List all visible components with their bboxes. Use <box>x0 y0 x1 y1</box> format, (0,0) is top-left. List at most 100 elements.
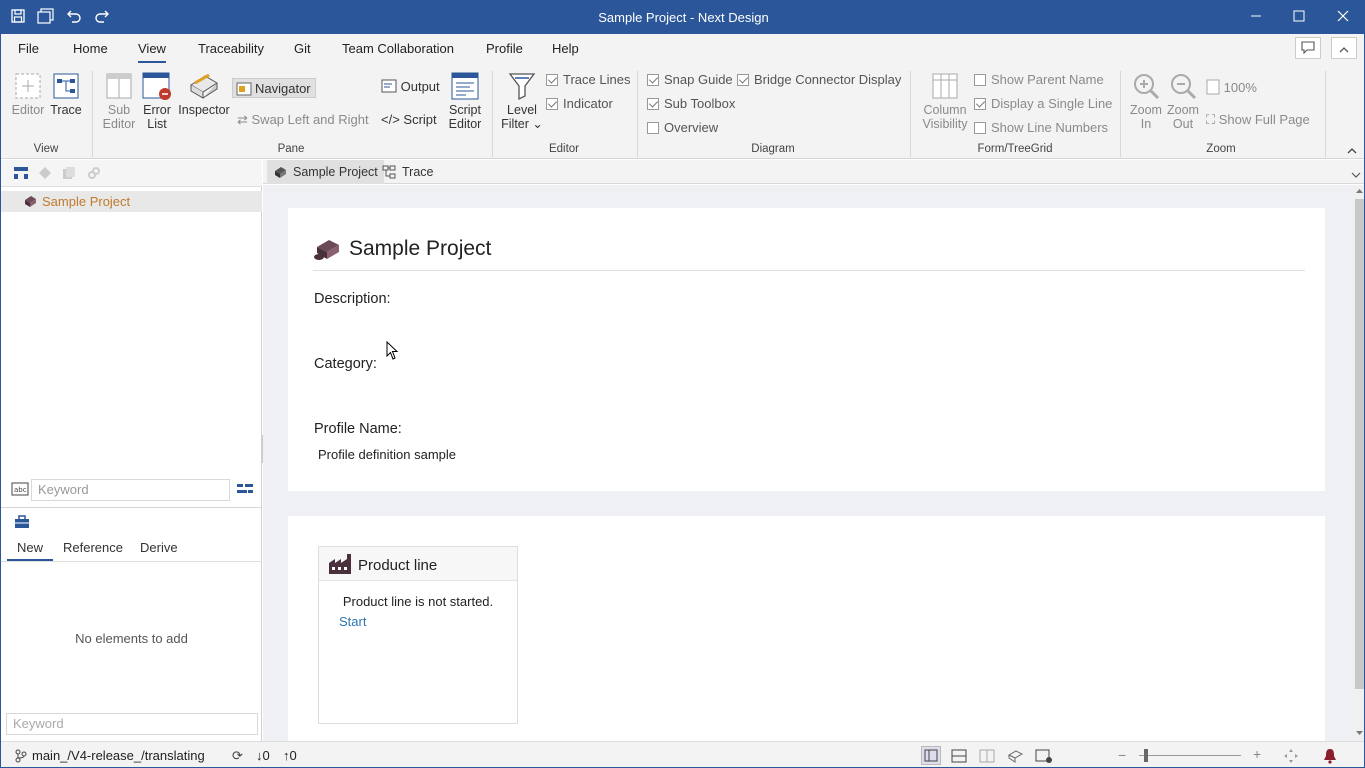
sync-icon[interactable]: ⟳ <box>232 748 243 764</box>
menu-file[interactable]: File <box>18 41 39 56</box>
link-icon[interactable] <box>87 166 101 180</box>
layout-columns-icon[interactable] <box>979 749 995 763</box>
sub-toolbox-checkbox[interactable]: Sub Toolbox <box>647 96 735 111</box>
editor-button[interactable]: Editor <box>9 71 47 117</box>
layout-left-icon[interactable] <box>921 746 941 765</box>
scrollbar-thumb[interactable] <box>1355 199 1364 689</box>
error-list-button[interactable]: Error List <box>140 71 174 131</box>
zoom-out-small-icon[interactable]: − <box>1118 747 1126 763</box>
snap-guide-checkbox[interactable]: Snap Guide <box>647 72 733 87</box>
collapse-ribbon-icon[interactable] <box>1331 37 1357 59</box>
trace-button[interactable]: Trace <box>49 71 83 117</box>
show-line-numbers-checkbox[interactable]: Show Line Numbers <box>974 120 1108 135</box>
overview-label: Overview <box>664 120 719 135</box>
script-editor-icon <box>451 72 479 100</box>
scroll-down-icon[interactable] <box>1355 729 1364 737</box>
full-page-icon: ⛶ <box>1206 112 1219 127</box>
tab-derive[interactable]: Derive <box>140 540 178 555</box>
scroll-up-icon[interactable] <box>1355 187 1364 195</box>
bridge-connector-checkbox[interactable]: Bridge Connector Display <box>737 72 901 87</box>
swap-left-right-button[interactable]: ⇄ Swap Left and Right <box>237 112 369 128</box>
vertical-scrollbar[interactable] <box>1353 185 1364 741</box>
script-editor-button[interactable]: Script Editor <box>445 71 485 131</box>
close-button[interactable] <box>1321 1 1364 34</box>
zoom-out-button[interactable]: Zoom Out <box>1165 71 1201 131</box>
trace-icon <box>382 165 396 179</box>
profile-name-label: Profile Name: <box>314 421 402 437</box>
level-filter-label-2: Filter ⌄ <box>501 117 543 131</box>
keyword-search-input[interactable]: Keyword <box>31 479 230 501</box>
menu-view[interactable]: View <box>138 41 166 63</box>
tab-sample-project[interactable]: Sample Project <box>267 160 384 184</box>
navigator-button[interactable]: Navigator <box>232 78 316 98</box>
text-search-icon[interactable]: abc <box>11 482 29 496</box>
level-filter-button[interactable]: Level Filter ⌄ <box>501 71 543 131</box>
copy-icon[interactable] <box>62 166 76 180</box>
menu-traceability[interactable]: Traceability <box>198 41 264 56</box>
document-tab-strip: Sample Project Trace <box>263 160 1364 184</box>
menu-team-collaboration[interactable]: Team Collaboration <box>342 41 454 56</box>
zoom-in-button[interactable]: Zoom In <box>1128 71 1164 131</box>
layout-split-icon[interactable] <box>951 749 967 763</box>
overview-checkbox[interactable]: Overview <box>647 120 718 135</box>
output-label: Output <box>400 79 440 94</box>
tab-new[interactable]: New <box>17 540 43 555</box>
filter-options-icon[interactable] <box>236 481 254 499</box>
menu-home[interactable]: Home <box>73 41 108 56</box>
menu-git[interactable]: Git <box>294 41 311 56</box>
show-line-numbers-label: Show Line Numbers <box>991 120 1109 135</box>
output-button[interactable]: Output <box>381 79 440 94</box>
view-group-label: View <box>33 143 59 155</box>
feedback-icon[interactable] <box>1295 37 1321 59</box>
zoom-slider-thumb[interactable] <box>1144 749 1148 762</box>
tab-trace[interactable]: Trace <box>376 160 440 184</box>
zoom-slider-track[interactable] <box>1139 755 1241 756</box>
menu-profile[interactable]: Profile <box>486 41 523 56</box>
profile-name-value: Profile definition sample <box>318 447 457 462</box>
script-button[interactable]: </> Script <box>381 112 437 127</box>
ribbon-collapse-icon[interactable] <box>1346 144 1358 159</box>
sub-toolbox-label: Sub Toolbox <box>664 96 736 111</box>
tab-list-chevron-icon[interactable] <box>1351 167 1361 182</box>
zoom-in-icon <box>1134 74 1160 100</box>
add-element-icon[interactable] <box>38 166 52 180</box>
editor-label: Editor <box>11 103 45 117</box>
start-link[interactable]: Start <box>339 614 366 629</box>
notification-bell-icon[interactable] <box>1323 748 1337 764</box>
tab-divider <box>1 561 262 562</box>
display-single-line-checkbox[interactable]: Display a Single Line <box>974 96 1112 111</box>
inspector-toggle-icon[interactable] <box>1007 748 1023 764</box>
empty-toolbox-message: No elements to add <box>75 631 188 646</box>
navigator-label: Navigator <box>255 81 311 96</box>
zoom-in-small-icon[interactable]: + <box>1253 746 1261 762</box>
zoom-group-label: Zoom <box>1206 143 1236 155</box>
maximize-button[interactable] <box>1277 1 1321 34</box>
project-properties-card: Sample Project Description: Category: Pr… <box>288 208 1325 491</box>
show-parent-name-checkbox[interactable]: Show Parent Name <box>974 72 1104 87</box>
menu-help[interactable]: Help <box>552 41 579 56</box>
column-visibility-button[interactable]: Column Visibility <box>920 71 970 131</box>
show-full-page-button[interactable]: ⛶ Show Full Page <box>1206 112 1310 128</box>
sub-editor-label-1: Sub <box>107 103 131 117</box>
diagram-group-label: Diagram <box>751 143 795 155</box>
mouse-cursor-icon <box>386 341 399 360</box>
indicator-checkbox[interactable]: Indicator <box>546 96 613 111</box>
structure-icon[interactable] <box>13 166 29 180</box>
output-toggle-icon[interactable] <box>1035 748 1053 764</box>
inspector-button[interactable]: Inspector <box>177 71 231 117</box>
swap-label: Swap Left and Right <box>251 112 369 127</box>
minimize-button[interactable] <box>1234 1 1278 34</box>
sub-editor-button[interactable]: Sub Editor <box>101 71 137 131</box>
trace-lines-checkbox[interactable]: Trace Lines <box>546 72 630 87</box>
tree-item-sample-project[interactable]: Sample Project <box>1 191 262 212</box>
show-parent-name-label: Show Parent Name <box>991 72 1104 87</box>
git-branch-icon <box>15 749 27 763</box>
error-list-icon <box>142 72 171 100</box>
toolbox-keyword-input[interactable]: Keyword <box>6 713 258 735</box>
git-branch-name[interactable]: main_/V4-release_/translating <box>32 748 205 763</box>
tab-reference[interactable]: Reference <box>63 540 123 555</box>
zoom-out-label-1: Zoom <box>1167 103 1199 117</box>
toolbox-icon[interactable] <box>14 515 30 529</box>
zoom-level-button[interactable]: 100% <box>1206 79 1257 95</box>
fit-page-icon[interactable] <box>1283 748 1299 764</box>
